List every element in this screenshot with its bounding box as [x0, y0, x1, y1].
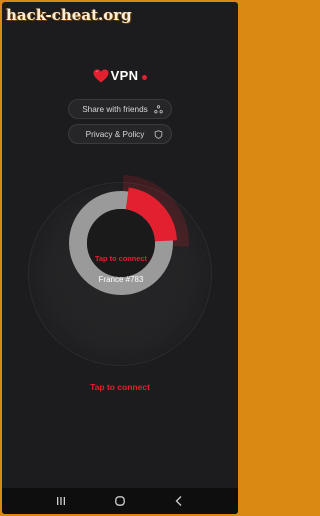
shield-icon	[154, 130, 163, 139]
watermark: hack-cheat.org	[6, 6, 132, 24]
dial-inner	[87, 209, 155, 277]
privacy-policy-button[interactable]: Privacy & Policy	[68, 124, 172, 144]
back-icon[interactable]	[173, 495, 185, 507]
app-name: VPN	[110, 68, 139, 83]
recent-apps-icon[interactable]	[55, 495, 67, 507]
dial-status-text[interactable]: Tap to connect	[52, 254, 190, 263]
status-dot	[142, 74, 148, 80]
app-logo: VPN	[2, 68, 238, 83]
share-icon	[154, 105, 163, 114]
share-with-friends-button[interactable]: Share with friends	[68, 99, 172, 119]
app-screen: hack-cheat.org VPN Share with friends Pr…	[2, 2, 238, 514]
share-label: Share with friends	[82, 104, 148, 114]
privacy-label: Privacy & Policy	[85, 129, 145, 139]
home-icon[interactable]	[114, 495, 126, 507]
connect-dial[interactable]	[52, 174, 190, 312]
server-name: France #783	[98, 275, 144, 284]
system-nav-bar	[2, 488, 238, 514]
tap-to-connect-button[interactable]: Tap to connect	[2, 382, 238, 392]
heart-icon	[93, 69, 109, 82]
